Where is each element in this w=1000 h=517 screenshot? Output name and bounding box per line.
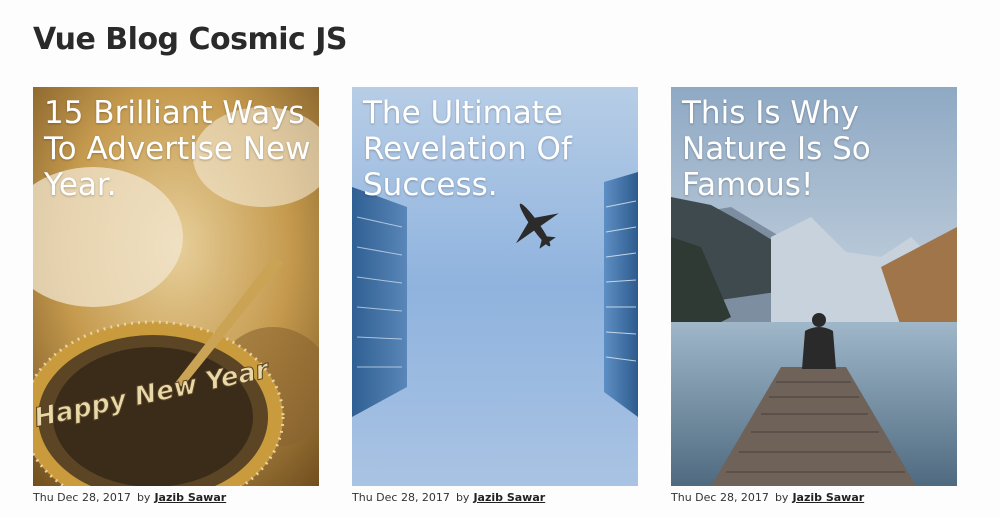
post-date: Thu Dec 28, 2017 xyxy=(352,491,450,504)
post-title[interactable]: The Ultimate Revelation Of Success. xyxy=(363,95,633,203)
by-label: by xyxy=(136,491,151,504)
post-title[interactable]: 15 Brilliant Ways To Advertise New Year. xyxy=(44,95,314,203)
author-link[interactable]: Jazib Sawar xyxy=(154,491,226,504)
post-meta: Thu Dec 28, 2017 by Jazib Sawar xyxy=(352,490,545,506)
by-label: by xyxy=(774,491,789,504)
post-meta: Thu Dec 28, 2017 by Jazib Sawar xyxy=(33,490,226,506)
post-card: This Is Why Nature Is So Famous! Thu Dec… xyxy=(671,87,957,504)
post-thumbnail-link[interactable]: The Ultimate Revelation Of Success. xyxy=(352,87,638,486)
author-link[interactable]: Jazib Sawar xyxy=(792,491,864,504)
post-title[interactable]: This Is Why Nature Is So Famous! xyxy=(682,95,952,203)
by-label: by xyxy=(455,491,470,504)
post-card: The Ultimate Revelation Of Success. Thu … xyxy=(352,87,638,504)
author-link[interactable]: Jazib Sawar xyxy=(473,491,545,504)
post-meta: Thu Dec 28, 2017 by Jazib Sawar xyxy=(671,490,864,506)
post-date: Thu Dec 28, 2017 xyxy=(671,491,769,504)
post-card: Happy New Year 15 Brilliant Ways To Adve… xyxy=(33,87,319,504)
site-title: Vue Blog Cosmic JS xyxy=(33,22,348,57)
post-thumbnail-link[interactable]: This Is Why Nature Is So Famous! xyxy=(671,87,957,486)
post-thumbnail-link[interactable]: Happy New Year 15 Brilliant Ways To Adve… xyxy=(33,87,319,486)
post-date: Thu Dec 28, 2017 xyxy=(33,491,131,504)
